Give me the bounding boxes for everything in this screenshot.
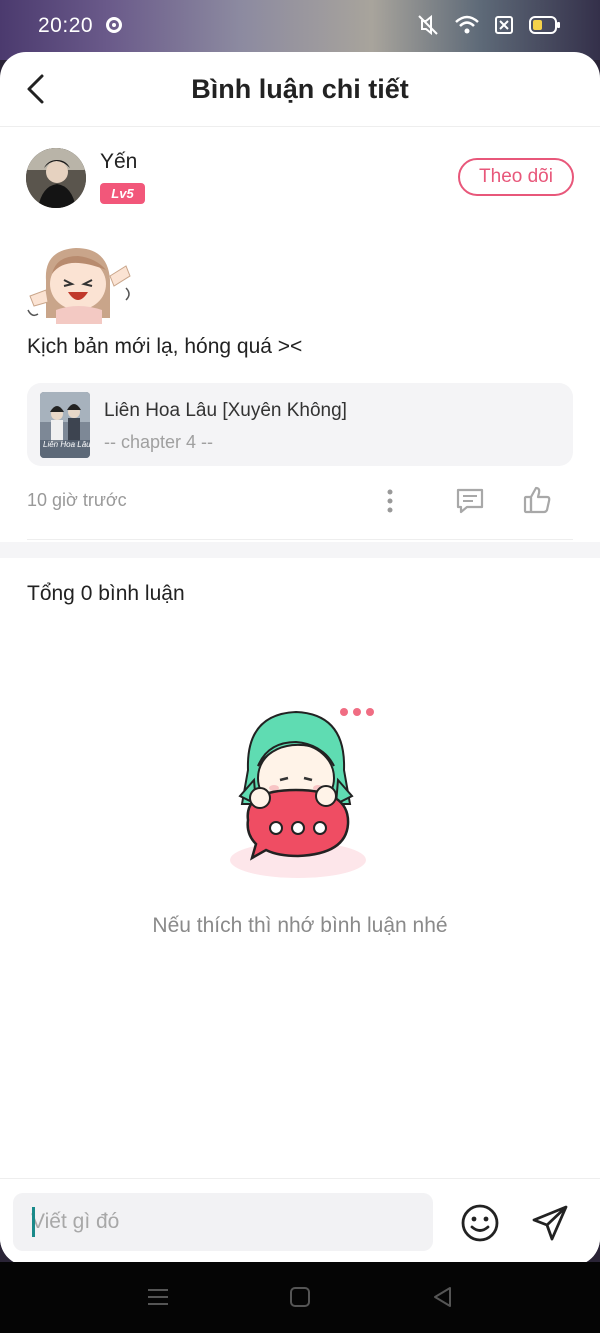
- more-vertical-icon[interactable]: [381, 486, 399, 516]
- system-navigation-bar: [0, 1262, 600, 1333]
- avatar[interactable]: [26, 148, 86, 208]
- book-title: Liên Hoa Lâu [Xuyên Không]: [104, 400, 347, 421]
- follow-button[interactable]: Theo dõi: [458, 158, 574, 196]
- divider: [27, 539, 573, 540]
- emoji-icon[interactable]: [460, 1203, 500, 1243]
- comment-input-bar: [0, 1178, 600, 1266]
- book-cover-text: Liên Hoa Lâu: [43, 440, 90, 449]
- header: Bình luận chi tiết: [0, 52, 600, 127]
- author-name[interactable]: Yến: [100, 150, 137, 174]
- timestamp: 10 giờ trước: [27, 490, 127, 510]
- comment-input[interactable]: [13, 1193, 433, 1251]
- book-card[interactable]: Liên Hoa Lâu Liên Hoa Lâu [Xuyên Không] …: [27, 383, 573, 466]
- status-bar: 20:20: [0, 0, 600, 60]
- no-sim-icon: [495, 16, 513, 34]
- sticker-image: [27, 248, 131, 324]
- page-title: Bình luận chi tiết: [191, 74, 409, 104]
- status-time: 20:20: [38, 14, 94, 37]
- like-thumb-icon[interactable]: [522, 485, 552, 515]
- status-icons: [416, 14, 562, 36]
- home-square-icon[interactable]: [287, 1284, 313, 1310]
- menu-icon[interactable]: [145, 1284, 171, 1310]
- empty-state-hint: Nếu thích thì nhớ bình luận nhé: [152, 914, 448, 937]
- author-row: Yến Lv5 Theo dõi: [26, 148, 574, 210]
- section-divider: [0, 542, 600, 558]
- reply-comment-icon[interactable]: [455, 486, 485, 516]
- total-comments-label: Tổng 0 bình luận: [27, 582, 185, 605]
- chrome-notification-icon: [106, 17, 122, 33]
- back-triangle-icon[interactable]: [430, 1284, 456, 1310]
- comment-detail-sheet: Bình luận chi tiết Yến Lv5 Theo dõi Kịch: [0, 52, 600, 1266]
- send-icon[interactable]: [530, 1203, 570, 1243]
- book-chapter: -- chapter 4 --: [104, 432, 214, 452]
- text-caret: [32, 1207, 35, 1237]
- battery-icon: [529, 16, 560, 34]
- level-badge: Lv5: [100, 183, 145, 204]
- book-cover: Liên Hoa Lâu: [40, 392, 90, 458]
- wifi-icon: [455, 15, 479, 34]
- comment-meta-row: 10 giờ trước: [27, 482, 573, 518]
- comment-text: Kịch bản mới lạ, hóng quá ><: [27, 335, 303, 358]
- mute-icon: [418, 14, 438, 36]
- empty-state-illustration: [230, 708, 374, 878]
